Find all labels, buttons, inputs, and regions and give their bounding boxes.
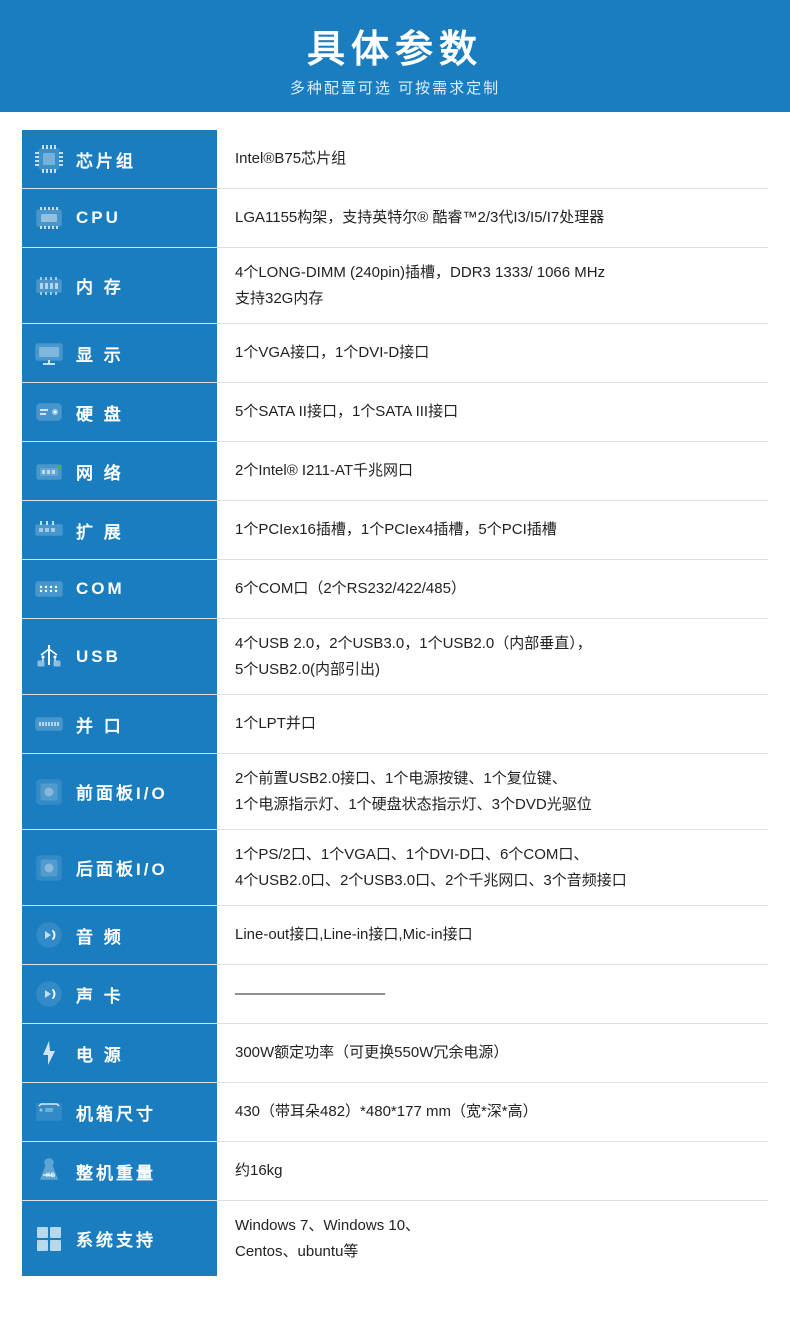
- table-row: 机箱尺寸 430（带耳朵482）*480*177 mm（宽*深*高）: [22, 1083, 768, 1142]
- label-cell-display: 显 示: [22, 324, 217, 383]
- label-text-power: 电 源: [76, 1041, 124, 1066]
- label-text-expansion: 扩 展: [76, 518, 124, 543]
- table-row: USB 4个USB 2.0，2个USB3.0，1个USB2.0（内部垂直），5个U…: [22, 619, 768, 695]
- label-cell-audio: 音 频: [22, 906, 217, 965]
- value-cell-display: 1个VGA接口，1个DVI-D接口: [217, 324, 768, 383]
- network-icon: [30, 452, 68, 490]
- label-text-harddisk: 硬 盘: [76, 400, 124, 425]
- table-row: 显 示 1个VGA接口，1个DVI-D接口: [22, 324, 768, 383]
- spec-table: 芯片组 Intel®B75芯片组 CPU LGA1155构架，支持英特尔® 酷睿™2…: [22, 130, 768, 1276]
- label-cell-com: COM: [22, 560, 217, 619]
- table-container: 芯片组 Intel®B75芯片组 CPU LGA1155构架，支持英特尔® 酷睿™2…: [0, 112, 790, 1298]
- label-text-chassis: 机箱尺寸: [76, 1100, 156, 1125]
- memory-icon: [30, 267, 68, 305]
- value-cell-power: 300W额定功率（可更换550W冗余电源）: [217, 1024, 768, 1083]
- display-icon: [30, 334, 68, 372]
- value-cell-com: 6个COM口（2个RS232/422/485）: [217, 560, 768, 619]
- value-cell-weight: 约16kg: [217, 1142, 768, 1201]
- label-cell-memory: 内 存: [22, 248, 217, 324]
- page-wrapper: 具体参数 多种配置可选 可按需求定制 芯片组 Intel®B75芯片组: [0, 0, 790, 1323]
- expansion-icon: [30, 511, 68, 549]
- table-row: 声 卡 ——————————: [22, 965, 768, 1024]
- table-row: 系统支持 Windows 7、Windows 10、Centos、ubuntu等: [22, 1201, 768, 1277]
- value-cell-soundcard: ——————————: [217, 965, 768, 1024]
- label-cell-weight: KG 整机重量: [22, 1142, 217, 1201]
- value-cell-expansion: 1个PCIex16插槽，1个PCIex4插槽，5个PCI插槽: [217, 501, 768, 560]
- weight-icon: KG: [30, 1152, 68, 1190]
- value-cell-rear-io: 1个PS/2口、1个VGA口、1个DVI-D口、6个COM口、4个USB2.0口…: [217, 830, 768, 906]
- svg-text:KG: KG: [46, 1173, 55, 1179]
- label-text-soundcard: 声 卡: [76, 982, 124, 1007]
- label-cell-chassis: 机箱尺寸: [22, 1083, 217, 1142]
- value-cell-memory: 4个LONG-DIMM (240pin)插槽，DDR3 1333/ 1066 M…: [217, 248, 768, 324]
- os-icon: [30, 1220, 68, 1258]
- label-cell-harddisk: 硬 盘: [22, 383, 217, 442]
- label-text-memory: 内 存: [76, 273, 124, 298]
- label-text-weight: 整机重量: [76, 1159, 156, 1184]
- table-row: 前面板I/O 2个前置USB2.0接口、1个电源按键、1个复位键、1个电源指示灯、…: [22, 754, 768, 830]
- value-cell-chassis: 430（带耳朵482）*480*177 mm（宽*深*高）: [217, 1083, 768, 1142]
- table-row: 扩 展 1个PCIex16插槽，1个PCIex4插槽，5个PCI插槽: [22, 501, 768, 560]
- label-text-audio: 音 频: [76, 923, 124, 948]
- rear-io-icon: [30, 849, 68, 887]
- parallel-icon: [30, 705, 68, 743]
- table-row: 后面板I/O 1个PS/2口、1个VGA口、1个DVI-D口、6个COM口、4个U…: [22, 830, 768, 906]
- page-title: 具体参数: [20, 18, 770, 73]
- soundcard-icon: [30, 975, 68, 1013]
- label-text-os: 系统支持: [76, 1226, 156, 1251]
- label-cell-soundcard: 声 卡: [22, 965, 217, 1024]
- page-subtitle: 多种配置可选 可按需求定制: [20, 77, 770, 98]
- label-text-parallel: 并 口: [76, 712, 124, 737]
- chassis-icon: [30, 1093, 68, 1131]
- harddisk-icon: [30, 393, 68, 431]
- value-cell-chipset: Intel®B75芯片组: [217, 130, 768, 189]
- label-cell-front-io: 前面板I/O: [22, 754, 217, 830]
- usb-icon: [30, 638, 68, 676]
- value-cell-usb: 4个USB 2.0，2个USB3.0，1个USB2.0（内部垂直），5个USB2…: [217, 619, 768, 695]
- table-row: KG 整机重量约16kg: [22, 1142, 768, 1201]
- label-text-rear-io: 后面板I/O: [76, 855, 168, 880]
- label-cell-cpu: CPU: [22, 189, 217, 248]
- power-icon: [30, 1034, 68, 1072]
- value-cell-parallel: 1个LPT并口: [217, 695, 768, 754]
- label-text-com: COM: [76, 579, 125, 599]
- value-cell-harddisk: 5个SATA II接口，1个SATA III接口: [217, 383, 768, 442]
- value-cell-audio: Line-out接口,Line-in接口,Mic-in接口: [217, 906, 768, 965]
- table-row: 芯片组 Intel®B75芯片组: [22, 130, 768, 189]
- label-text-front-io: 前面板I/O: [76, 779, 168, 804]
- value-cell-cpu: LGA1155构架，支持英特尔® 酷睿™2/3代I3/I5/I7处理器: [217, 189, 768, 248]
- label-cell-power: 电 源: [22, 1024, 217, 1083]
- value-cell-front-io: 2个前置USB2.0接口、1个电源按键、1个复位键、1个电源指示灯、1个硬盘状态…: [217, 754, 768, 830]
- front-io-icon: [30, 773, 68, 811]
- table-row: 硬 盘 5个SATA II接口，1个SATA III接口: [22, 383, 768, 442]
- table-row: 并 口 1个LPT并口: [22, 695, 768, 754]
- table-row: COM 6个COM口（2个RS232/422/485）: [22, 560, 768, 619]
- label-text-usb: USB: [76, 647, 121, 667]
- label-cell-os: 系统支持: [22, 1201, 217, 1277]
- label-cell-expansion: 扩 展: [22, 501, 217, 560]
- cpu-icon: [30, 199, 68, 237]
- label-cell-parallel: 并 口: [22, 695, 217, 754]
- value-cell-network: 2个Intel® I211-AT千兆网口: [217, 442, 768, 501]
- label-text-network: 网 络: [76, 459, 124, 484]
- label-cell-usb: USB: [22, 619, 217, 695]
- label-cell-rear-io: 后面板I/O: [22, 830, 217, 906]
- label-text-display: 显 示: [76, 341, 124, 366]
- table-row: CPU LGA1155构架，支持英特尔® 酷睿™2/3代I3/I5/I7处理器: [22, 189, 768, 248]
- label-cell-chipset: 芯片组: [22, 130, 217, 189]
- value-cell-os: Windows 7、Windows 10、Centos、ubuntu等: [217, 1201, 768, 1277]
- table-row: 网 络 2个Intel® I211-AT千兆网口: [22, 442, 768, 501]
- table-row: 音 频 Line-out接口,Line-in接口,Mic-in接口: [22, 906, 768, 965]
- label-cell-network: 网 络: [22, 442, 217, 501]
- chipset-icon: [30, 140, 68, 178]
- audio-icon: [30, 916, 68, 954]
- label-text-chipset: 芯片组: [76, 147, 136, 172]
- header: 具体参数 多种配置可选 可按需求定制: [0, 0, 790, 112]
- label-text-cpu: CPU: [76, 208, 121, 228]
- com-icon: [30, 570, 68, 608]
- table-row: 电 源 300W额定功率（可更换550W冗余电源）: [22, 1024, 768, 1083]
- table-row: 内 存 4个LONG-DIMM (240pin)插槽，DDR3 1333/ 106…: [22, 248, 768, 324]
